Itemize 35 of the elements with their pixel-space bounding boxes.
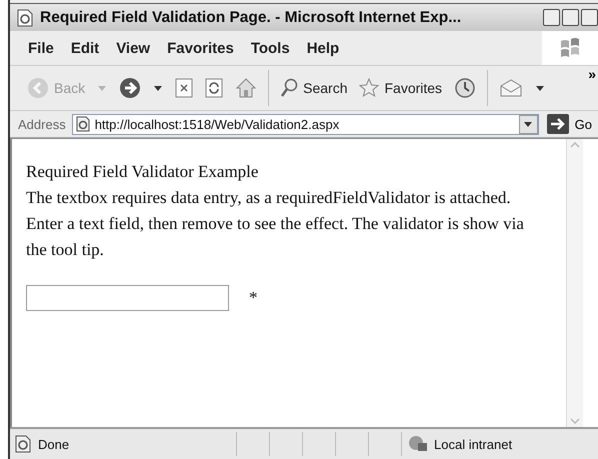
window-title: Required Field Validation Page. - Microsoft Internet Exp...	[40, 8, 462, 26]
menu-item[interactable]: Tools	[246, 36, 301, 60]
search-button[interactable]: Search	[275, 72, 352, 104]
go-button[interactable]: Go	[544, 114, 594, 134]
browser-page-icon[interactable]	[16, 8, 34, 26]
text-input-field[interactable]	[26, 285, 229, 311]
dropdown-caret-icon[interactable]	[518, 114, 538, 134]
status-text: Done	[38, 436, 70, 452]
security-zone: Local intranet	[434, 436, 512, 452]
description-paragraph: The textbox requires data entry, as a requiredFieldValidator is attached. Enter a text field, then remove to see the effect. The validator is show via the tool tip.	[26, 187, 525, 261]
required-marker: *	[249, 287, 258, 309]
menu-item[interactable]: File	[24, 36, 65, 60]
house-icon	[235, 77, 258, 99]
clock-icon	[454, 77, 476, 99]
address-field[interactable]: http://localhost:1518/Web/Validation2.aspx	[72, 114, 539, 134]
toolbar-overflow-chevron[interactable]: »	[588, 66, 596, 82]
page-heading: Required Field Validator Example	[26, 161, 260, 183]
close-button[interactable]	[581, 9, 598, 26]
globe-icon	[408, 435, 428, 453]
maximize-button[interactable]	[562, 9, 579, 26]
page-icon	[14, 435, 32, 453]
refresh-icon	[205, 78, 224, 98]
envelope-icon	[499, 78, 524, 98]
menu-item[interactable]: Favorites	[163, 36, 245, 60]
favorites-button[interactable]: Favorites	[354, 72, 448, 104]
minimize-button[interactable]	[543, 9, 560, 26]
address-label: Address	[18, 116, 66, 132]
flag-icon	[559, 38, 581, 58]
menu-item[interactable]: View	[112, 36, 162, 60]
menu-item[interactable]: Help	[302, 36, 350, 60]
search-icon	[280, 78, 298, 98]
menu-item[interactable]: Edit	[66, 36, 110, 60]
page-icon	[74, 116, 91, 132]
star-icon	[359, 78, 380, 98]
stop-icon	[175, 78, 194, 98]
